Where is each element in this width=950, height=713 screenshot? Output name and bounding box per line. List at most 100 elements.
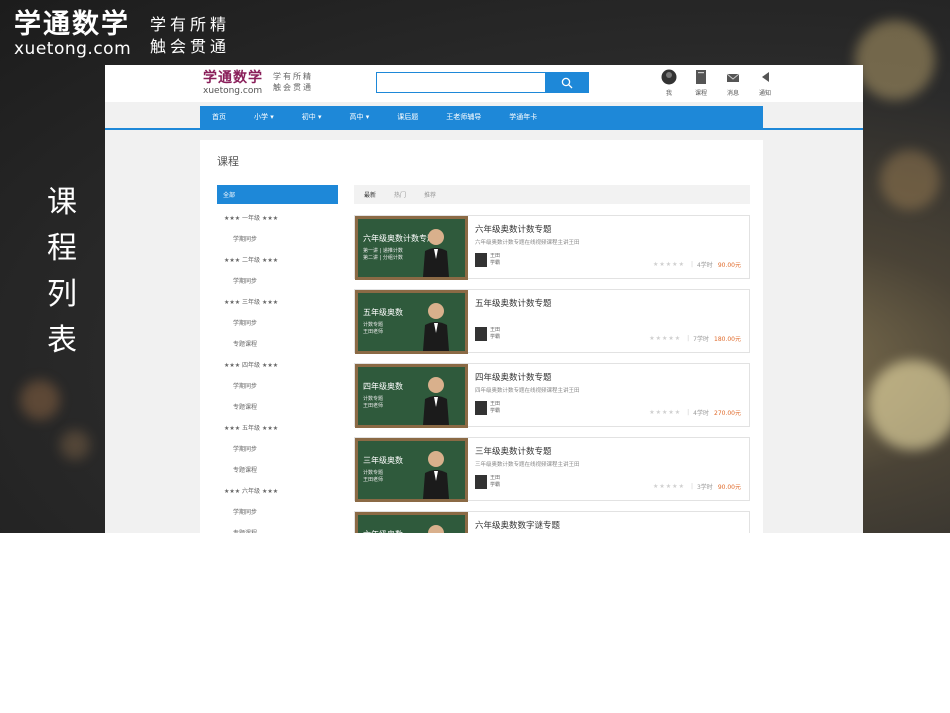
thumbnail-title: 三年级奥数 bbox=[363, 456, 403, 465]
meta-separator: | bbox=[687, 335, 690, 342]
speaker-icon bbox=[762, 72, 769, 82]
course-thumbnail[interactable]: 五年级奥数 计数专题 王田老师 bbox=[355, 290, 468, 354]
nav-tutoring[interactable]: 王老师辅导 bbox=[446, 112, 481, 122]
course-thumbnail[interactable]: 六年级奥数计数专题 第一讲 | 递推计数 第二讲 | 分组计数 bbox=[355, 216, 468, 280]
author-name: 王田 bbox=[490, 475, 501, 481]
sidebar-grade-heading[interactable]: ★★★ 六年级 ★★★ bbox=[217, 480, 338, 501]
thumbnail-title: 四年级奥数 bbox=[363, 382, 403, 391]
course-thumbnail[interactable]: 四年级奥数计数专题 王田老师 bbox=[355, 364, 468, 428]
course-card[interactable]: 六年级奥数计数专题 第一讲 | 递推计数 第二讲 | 分组计数 六年级奥数计数专题六… bbox=[354, 215, 750, 280]
sidebar-item[interactable]: 学期同步 bbox=[217, 270, 338, 291]
course-lessons: 7学时 bbox=[693, 336, 709, 343]
tab-popular[interactable]: 热门 bbox=[394, 190, 406, 199]
tab-latest[interactable]: 最新 bbox=[364, 190, 376, 199]
meta-separator: | bbox=[687, 409, 690, 416]
course-meta: ★★★★★ | 4学时 270.00元 bbox=[649, 408, 741, 417]
page-title: 课程 bbox=[217, 155, 239, 168]
course-price: 90.00元 bbox=[717, 484, 741, 491]
course-lessons: 4学时 bbox=[693, 410, 709, 417]
sidebar-grade-heading[interactable]: ★★★ 五年级 ★★★ bbox=[217, 417, 338, 438]
sidebar-item[interactable]: 学期同步 bbox=[217, 501, 338, 522]
thumbnail-title: 五年级奥数 bbox=[363, 308, 403, 317]
site-logo-text: 学通数学 bbox=[203, 70, 263, 86]
course-title[interactable]: 三年级奥数计数专题 bbox=[475, 445, 552, 457]
search-button[interactable] bbox=[545, 72, 589, 93]
user-tools: 我 课程 消息 通知 bbox=[653, 69, 781, 97]
slide-brand-domain: xuetong.com bbox=[14, 39, 132, 59]
author-name: 王田 bbox=[490, 327, 501, 333]
teacher-photo bbox=[423, 451, 449, 499]
course-title[interactable]: 五年级奥数计数专题 bbox=[475, 297, 552, 309]
course-author: 王田 学霸 bbox=[475, 327, 500, 341]
course-price: 270.00元 bbox=[714, 410, 741, 417]
thumbnail-title: 六年级奥数 bbox=[363, 530, 403, 533]
sidebar-grade-heading[interactable]: ★★★ 四年级 ★★★ bbox=[217, 354, 338, 375]
slide-title-char: 列 bbox=[47, 277, 77, 312]
rating-stars: ★★★★★ bbox=[653, 483, 685, 490]
teacher-photo bbox=[423, 377, 449, 425]
author-avatar bbox=[475, 253, 487, 267]
course-thumbnail[interactable]: 六年级奥数 bbox=[355, 512, 468, 533]
sidebar-item[interactable]: 学期同步 bbox=[217, 438, 338, 459]
course-title[interactable]: 六年级奥数计数专题 bbox=[475, 223, 552, 235]
thumbnail-subtitle: 计数专题 王田老师 bbox=[363, 470, 384, 483]
nav-senior[interactable]: 高中 ▾ bbox=[350, 112, 370, 122]
course-card[interactable]: 三年级奥数 计数专题 王田老师 三年级奥数计数专题 三年级奥数计数专题在线视频课程主讲… bbox=[354, 437, 750, 502]
site-logo[interactable]: 学通数学 xuetong.com bbox=[203, 70, 263, 97]
tool-courses[interactable]: 课程 bbox=[685, 69, 717, 97]
sidebar-item[interactable]: 专题课程 bbox=[217, 333, 338, 354]
author-tag: 学霸 bbox=[490, 482, 501, 488]
course-description: 六年级奥数计数专题在线视频课程主讲王田 bbox=[475, 240, 580, 246]
nav-annual-card[interactable]: 学通年卡 bbox=[509, 112, 537, 122]
main-nav-bar: 首页 小学 ▾ 初中 ▾ 高中 ▾ 课后题 王老师辅导 学通年卡 bbox=[200, 106, 763, 128]
sidebar-grade-heading[interactable]: ★★★ 三年级 ★★★ bbox=[217, 291, 338, 312]
slide-title: 课 程 列 表 bbox=[40, 180, 84, 364]
author-avatar bbox=[475, 401, 487, 415]
slide-title-char: 课 bbox=[47, 185, 77, 220]
mail-icon bbox=[726, 73, 740, 82]
nav-home[interactable]: 首页 bbox=[212, 112, 226, 122]
sidebar-grade-heading[interactable]: ★★★ 二年级 ★★★ bbox=[217, 249, 338, 270]
course-description: 四年级奥数计数专题在线视频课程主讲王田 bbox=[475, 388, 580, 394]
course-title[interactable]: 六年级奥数数字谜专题 bbox=[475, 519, 560, 531]
course-author: 王田 学霸 bbox=[475, 475, 500, 489]
tool-me[interactable]: 我 bbox=[653, 69, 685, 97]
author-name: 王田 bbox=[490, 253, 501, 259]
nav-primary[interactable]: 小学 ▾ bbox=[254, 112, 274, 122]
rating-stars: ★★★★★ bbox=[653, 261, 685, 268]
site-header: 学通数学 xuetong.com 学有所精 触会贯通 我 课程 消息 通知 bbox=[105, 65, 863, 102]
tool-notices[interactable]: 通知 bbox=[749, 69, 781, 97]
course-card[interactable]: 四年级奥数 计数专题 王田老师 四年级奥数计数专题 四年级奥数计数专题在线视频课程主讲… bbox=[354, 363, 750, 428]
course-card[interactable]: 五年级奥数 计数专题 王田老师 五年级奥数计数专题 王田 学霸 ★★★★★ | 7学时 180.… bbox=[354, 289, 750, 354]
teacher-photo bbox=[428, 525, 444, 533]
search-icon bbox=[561, 77, 573, 88]
author-tag: 学霸 bbox=[490, 408, 501, 414]
course-card[interactable]: 六年级奥数 六年级奥数数字谜专题 bbox=[354, 511, 750, 533]
website-screenshot: 学通数学 xuetong.com 学有所精 触会贯通 我 课程 消息 通知 首页… bbox=[105, 65, 863, 533]
course-lessons: 4学时 bbox=[696, 262, 713, 269]
thumbnail-subtitle: 第一讲 | 递推计数 第二讲 | 分组计数 bbox=[363, 248, 403, 261]
sidebar-item[interactable]: 专题课程 bbox=[217, 522, 338, 533]
tab-recommended[interactable]: 推荐 bbox=[424, 190, 436, 199]
tool-label: 消息 bbox=[726, 90, 739, 97]
course-title[interactable]: 四年级奥数计数专题 bbox=[475, 371, 552, 383]
sidebar-item[interactable]: 学期同步 bbox=[217, 228, 338, 249]
sort-tabs: 最新 热门 推荐 bbox=[354, 185, 750, 204]
sidebar-grade-heading[interactable]: ★★★ 一年级 ★★★ bbox=[217, 207, 338, 228]
course-description: 三年级奥数计数专题在线视频课程主讲王田 bbox=[475, 462, 580, 468]
tool-messages[interactable]: 消息 bbox=[717, 69, 749, 97]
course-thumbnail[interactable]: 三年级奥数计数专题 王田老师 bbox=[355, 438, 468, 502]
sidebar-item[interactable]: 专题课程 bbox=[217, 396, 338, 417]
sidebar-item[interactable]: 专题课程 bbox=[217, 459, 338, 480]
thumbnail-subtitle: 计数专题 王田老师 bbox=[363, 396, 384, 409]
sidebar-item-all[interactable]: 全部 bbox=[217, 185, 338, 204]
slide-background: 学通数学 xuetong.com 学有所精 触会贯通 课 程 列 表 学通数学 … bbox=[0, 0, 950, 533]
course-meta: ★★★★★ | 3学时 90.00元 bbox=[653, 482, 741, 491]
sidebar-item[interactable]: 学期同步 bbox=[217, 312, 338, 333]
tool-label: 通知 bbox=[758, 90, 771, 97]
nav-junior[interactable]: 初中 ▾ bbox=[302, 112, 322, 122]
tool-label: 课程 bbox=[694, 90, 707, 97]
author-tag: 学霸 bbox=[490, 334, 501, 340]
nav-homework[interactable]: 课后题 bbox=[397, 112, 418, 122]
sidebar-item[interactable]: 学期同步 bbox=[217, 375, 338, 396]
